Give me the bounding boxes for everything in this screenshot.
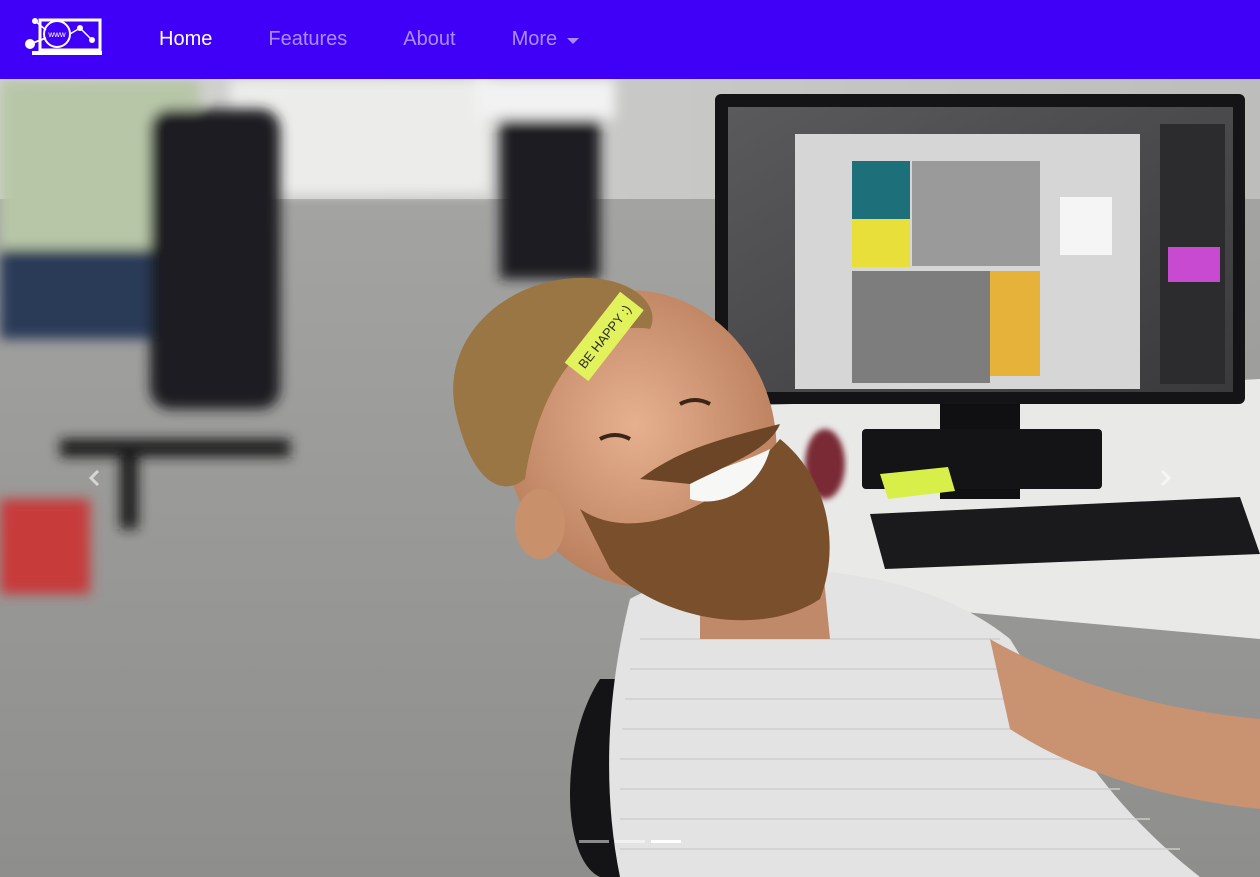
carousel-indicator-1[interactable] xyxy=(579,830,609,853)
nav-home[interactable]: Home xyxy=(159,28,212,51)
carousel-indicators xyxy=(0,830,1260,853)
nav-more-label: More xyxy=(511,28,558,50)
caret-down-icon xyxy=(567,37,580,44)
hero-carousel: BE HAPPY :) xyxy=(0,79,1260,877)
chevron-left-icon xyxy=(88,469,100,487)
carousel-indicator-2[interactable] xyxy=(615,830,645,853)
navbar: www Home Features About More xyxy=(0,0,1260,79)
carousel-next-button[interactable] xyxy=(1070,79,1260,877)
network-laptop-logo-icon: www xyxy=(25,18,102,55)
carousel-indicator-3[interactable] xyxy=(651,830,681,853)
logo-text: www xyxy=(47,30,66,39)
carousel-prev-button[interactable] xyxy=(0,79,190,877)
nav-features[interactable]: Features xyxy=(268,28,347,51)
nav-links: Home Features About More xyxy=(159,0,635,79)
nav-more-dropdown[interactable]: More xyxy=(512,28,580,51)
chevron-right-icon xyxy=(1160,469,1172,487)
brand-logo[interactable]: www xyxy=(22,14,104,58)
nav-about[interactable]: About xyxy=(403,28,455,51)
